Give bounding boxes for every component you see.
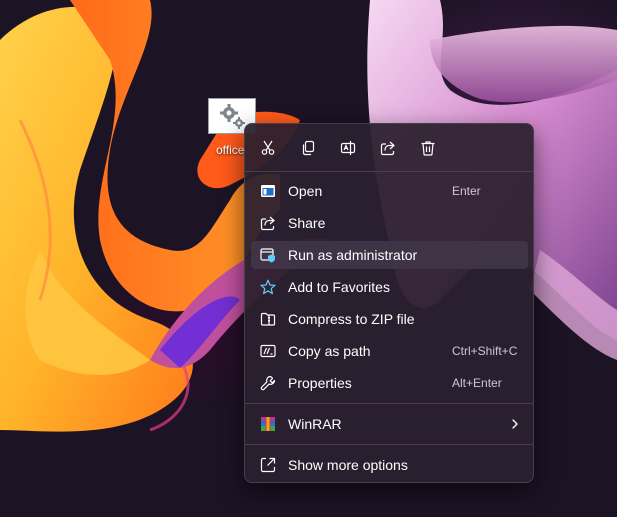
menu-item-label: Share — [288, 215, 326, 231]
menu-separator — [245, 444, 533, 445]
menu-item-label: Open — [288, 183, 323, 199]
menu-item-run-as-administrator[interactable]: Run as administrator — [251, 241, 528, 269]
star-icon — [260, 279, 276, 295]
context-menu-toolbar — [245, 124, 533, 172]
rename-button[interactable] — [336, 136, 360, 160]
menu-item-label: Compress to ZIP file — [288, 311, 415, 327]
menu-item-label: Run as administrator — [288, 247, 418, 263]
path-icon — [260, 344, 276, 358]
open-window-icon — [261, 185, 275, 197]
zip-folder-icon — [260, 312, 276, 326]
share-icon — [380, 141, 395, 156]
context-menu: Open Enter Share Run as administrator Ad… — [244, 123, 534, 483]
delete-button[interactable] — [416, 136, 440, 160]
wrench-icon — [260, 375, 276, 391]
menu-item-label: WinRAR — [288, 416, 342, 432]
menu-item-shortcut: Enter — [452, 184, 481, 198]
menu-item-add-to-favorites[interactable]: Add to Favorites — [251, 273, 528, 301]
expand-icon — [260, 457, 276, 473]
share-icon — [260, 216, 275, 231]
desktop: office Open Enter Share Run as administr… — [0, 0, 617, 517]
copy-icon — [302, 140, 315, 156]
menu-separator — [245, 403, 533, 404]
menu-item-label: Add to Favorites — [288, 279, 390, 295]
cut-button[interactable] — [256, 136, 280, 160]
cut-icon — [261, 140, 275, 155]
desktop-file-label: office — [216, 143, 245, 157]
winrar-icon — [261, 417, 275, 431]
menu-item-copy-as-path[interactable]: Copy as path Ctrl+Shift+C — [251, 337, 528, 365]
rename-icon — [340, 141, 356, 155]
menu-item-compress-zip[interactable]: Compress to ZIP file — [251, 305, 528, 333]
menu-item-share[interactable]: Share — [251, 209, 528, 237]
menu-item-show-more-options[interactable]: Show more options — [251, 451, 528, 479]
shield-window-icon — [260, 248, 275, 263]
menu-item-shortcut: Ctrl+Shift+C — [452, 344, 518, 358]
menu-item-properties[interactable]: Properties Alt+Enter — [251, 369, 528, 397]
share-button-toolbar[interactable] — [376, 136, 400, 160]
delete-icon — [421, 141, 435, 156]
menu-item-shortcut: Alt+Enter — [452, 376, 502, 390]
chevron-right-icon — [512, 419, 518, 429]
menu-item-open[interactable]: Open Enter — [251, 177, 528, 205]
menu-item-label: Show more options — [288, 457, 408, 473]
menu-item-label: Copy as path — [288, 343, 371, 359]
menu-item-label: Properties — [288, 375, 352, 391]
menu-item-winrar[interactable]: WinRAR — [251, 410, 528, 438]
copy-button[interactable] — [296, 136, 320, 160]
